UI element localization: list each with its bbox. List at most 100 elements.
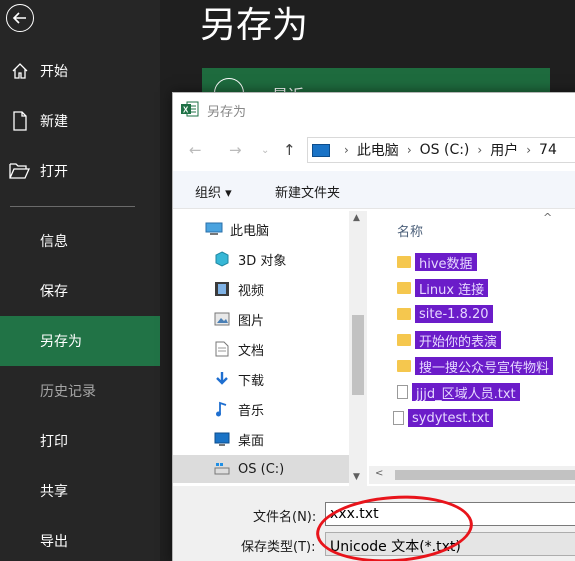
nav-pane-scrollbar[interactable]: ▲ ▼ [349,211,367,486]
tree-label: 视频 [238,283,265,299]
tree-label: 文档 [238,343,265,359]
file-name: jjjd_区域人员.txt [412,383,520,402]
file-name: site-1.8.20 [415,305,493,323]
organize-button[interactable]: 组织 ▾ [195,182,232,201]
tree-label: 桌面 [238,433,265,449]
folder-icon [397,334,411,346]
page-title: 另存为 [200,5,309,46]
nav-label: 新建 [40,114,68,130]
tree-item-downloads[interactable]: 下载 [173,365,349,393]
nav-label: 打印 [40,434,68,450]
up-arrow-icon[interactable]: ↑ [283,141,296,159]
scrollbar-thumb[interactable] [395,470,575,480]
filename-input[interactable] [325,502,575,526]
breadcrumb-item[interactable]: 此电脑 [357,140,399,160]
back-arrow-icon[interactable] [6,4,34,32]
list-item[interactable]: jjjd_区域人员.txt [397,381,520,403]
open-folder-icon [9,160,31,182]
tree-item-this-pc[interactable]: 此电脑 [173,215,349,243]
tree-item-os-c[interactable]: OS (C:) [173,455,349,483]
nav-label: 信息 [40,234,68,250]
list-item[interactable]: sydytest.txt [393,407,494,429]
tree-item-3d-objects[interactable]: 3D 对象 [173,245,349,273]
address-row: ← → ⌄ ↑ › 此电脑 › OS (C:) › 用户 › 74 [173,133,575,167]
new-folder-button[interactable]: 新建文件夹 [275,182,340,201]
backstage-nav: 开始 新建 打开 信息 保存 另存为 历史记录 打印 共享 导出 [0,0,160,561]
nav-item-info[interactable]: 信息 [0,216,160,266]
list-item[interactable]: hive数据 [397,251,477,273]
picture-icon [213,311,231,327]
forward-arrow-icon[interactable]: → [229,141,242,159]
tree-label: 此电脑 [230,223,270,239]
tree-item-videos[interactable]: 视频 [173,275,349,303]
list-item[interactable]: Linux 连接 [397,277,489,299]
nav-item-print[interactable]: 打印 [0,416,160,466]
nav-label: 打开 [40,164,68,180]
nav-item-open[interactable]: 打开 [0,146,160,196]
chevron-down-icon[interactable]: ⌄ [261,145,269,156]
sort-ascending-icon: ^ [543,211,553,224]
nav-item-share[interactable]: 共享 [0,466,160,516]
excel-icon: X [181,101,199,117]
file-name: sydytest.txt [408,409,494,427]
nav-item-save[interactable]: 保存 [0,266,160,316]
nav-label: 另存为 [40,334,82,350]
list-item[interactable]: 搜一搜公众号宣传物料 [397,355,554,377]
navigation-pane: 此电脑 3D 对象 视频 图片 文档 下载 音乐 桌面 OS (C:) ▲ ▼ [173,211,367,486]
tree-item-documents[interactable]: 文档 [173,335,349,363]
command-bar: 组织 ▾ 新建文件夹 [173,171,575,209]
folder-icon [397,360,411,372]
scroll-up-icon[interactable]: ▲ [353,213,360,223]
filetype-select[interactable]: Unicode 文本(*.txt) [325,532,575,556]
back-arrow-icon[interactable]: ← [189,141,202,159]
list-item[interactable]: site-1.8.20 [397,303,493,325]
breadcrumb-item[interactable]: 74 [539,142,557,158]
music-icon [213,401,231,417]
dialog-titlebar[interactable]: X 另存为 [173,93,575,125]
svg-text:X: X [183,106,189,115]
tree-label: 图片 [238,313,265,329]
nav-label: 共享 [40,484,68,500]
3d-objects-icon [213,251,231,267]
address-bar[interactable]: › 此电脑 › OS (C:) › 用户 › 74 [307,137,575,163]
scroll-down-icon[interactable]: ▼ [353,472,360,482]
file-name: 搜一搜公众号宣传物料 [415,357,554,376]
scrollbar-thumb[interactable] [352,315,364,395]
tree-item-desktop[interactable]: 桌面 [173,425,349,453]
nav-item-save-as[interactable]: 另存为 [0,316,160,366]
text-file-icon [393,411,404,425]
chevron-right-icon: › [406,143,412,157]
breadcrumb-item[interactable]: OS (C:) [420,142,470,158]
file-name: 开始你的表演 [415,331,502,350]
column-header-name[interactable]: 名称 [397,221,423,240]
scroll-left-icon[interactable]: < [375,468,383,479]
tree-item-music[interactable]: 音乐 [173,395,349,423]
new-document-icon [9,110,31,132]
tree-label: OS (C:) [238,461,285,477]
tree-item-pictures[interactable]: 图片 [173,305,349,333]
nav-label: 导出 [40,534,68,550]
folder-icon [397,282,411,294]
tree-label: 下载 [238,373,265,389]
nav-item-new[interactable]: 新建 [0,96,160,146]
folder-icon [397,256,411,268]
list-item[interactable]: 开始你的表演 [397,329,502,351]
nav-label: 保存 [40,284,68,300]
nav-item-home[interactable]: 开始 [0,46,160,96]
desktop-icon [213,431,231,447]
horizontal-scrollbar[interactable]: < [369,466,575,484]
text-file-icon [397,385,408,399]
folder-icon [397,308,411,320]
filetype-label: 保存类型(T): [241,540,316,555]
chevron-right-icon: › [477,143,483,157]
nav-item-export[interactable]: 导出 [0,516,160,561]
filename-label: 文件名(N): [253,510,317,525]
breadcrumb-item[interactable]: 用户 [490,140,518,160]
document-icon [213,341,231,357]
nav-item-history[interactable]: 历史记录 [0,366,160,416]
nav-divider [10,206,135,207]
home-icon [9,60,31,82]
video-icon [213,281,231,297]
file-name: hive数据 [415,253,477,272]
save-as-dialog: X 另存为 ← → ⌄ ↑ › 此电脑 › OS (C:) › 用户 › 74 … [172,92,575,561]
